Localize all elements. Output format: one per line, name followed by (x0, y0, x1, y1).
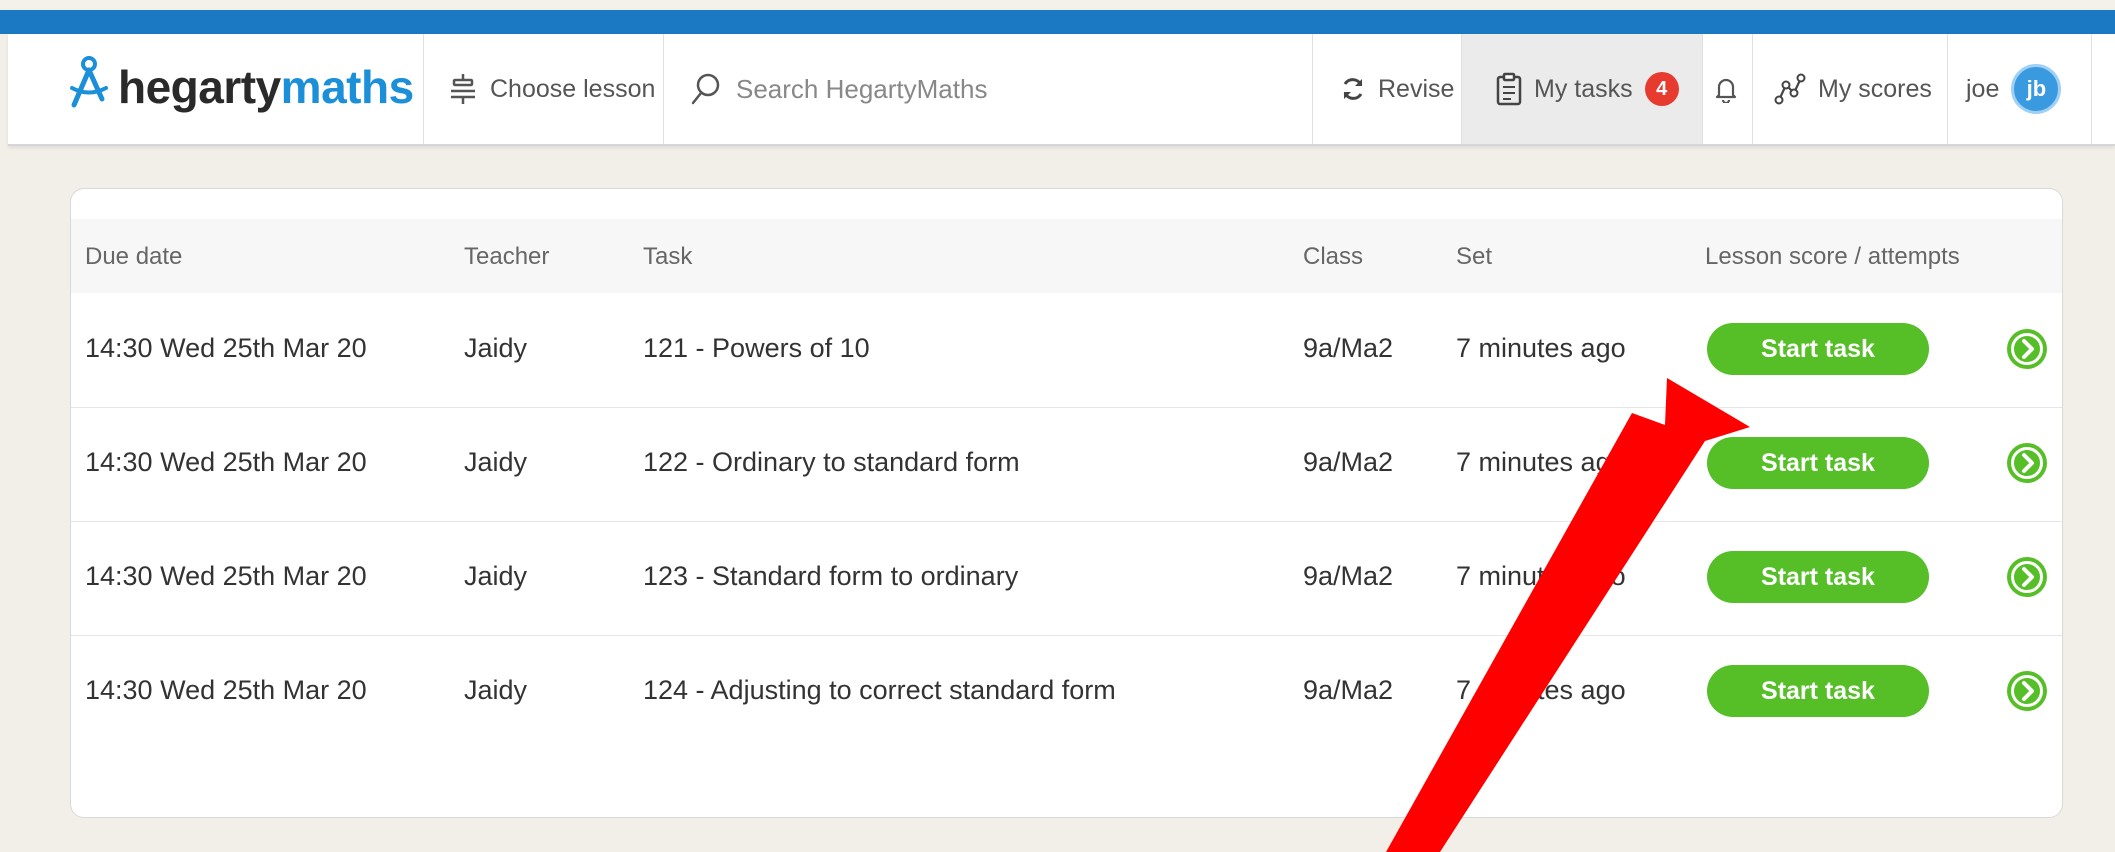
task-cell: 122 - Ordinary to standard form (643, 447, 1020, 477)
nav-divider (663, 34, 664, 144)
brand-bar (0, 10, 2115, 34)
set-cell: 7 minutes ago (1456, 675, 1626, 705)
compass-icon (68, 55, 110, 120)
notifications-button[interactable] (1715, 34, 1737, 144)
hegartymaths-logo[interactable]: hegartymaths (68, 52, 414, 122)
my-tasks-tab[interactable]: My tasks 4 (1462, 34, 1702, 144)
clipboard-icon (1496, 72, 1522, 106)
due-date-cell: 14:30 Wed 25th Mar 20 (85, 447, 367, 477)
task-cell: 123 - Standard form to ordinary (643, 561, 1019, 591)
header-set: Set (1456, 243, 1493, 270)
my-scores-button[interactable]: My scores (1774, 34, 1932, 144)
task-cell: 121 - Powers of 10 (643, 333, 870, 363)
nav-divider (1312, 34, 1313, 144)
nav-divider (1702, 34, 1703, 144)
top-strip (0, 0, 2115, 10)
avatar: jb (2011, 64, 2062, 114)
header-teacher: Teacher (464, 243, 550, 270)
choose-lesson-button[interactable]: Choose lesson (448, 34, 655, 144)
top-navigation: hegartymaths Choose lesson Search Hegart… (8, 34, 2115, 146)
revise-button[interactable]: Revise (1340, 34, 1454, 144)
set-cell: 7 minutes ago (1456, 447, 1626, 477)
nav-divider (1752, 34, 1753, 144)
lesson-stack-icon (448, 72, 478, 106)
table-row: 14:30 Wed 25th Mar 20 Jaidy 121 - Powers… (71, 293, 2062, 408)
class-cell: 9a/Ma2 (1303, 561, 1394, 591)
table-row: 14:30 Wed 25th Mar 20 Jaidy 123 - Standa… (71, 521, 2062, 636)
go-arrow-icon[interactable] (2005, 441, 2049, 485)
my-scores-label: My scores (1818, 74, 1932, 103)
logo-wordmark: hegartymaths (118, 60, 414, 114)
refresh-icon (1340, 76, 1366, 102)
logo-wordmark-part1: hegarty (118, 61, 281, 113)
choose-lesson-label: Choose lesson (490, 74, 656, 103)
table-row: 14:30 Wed 25th Mar 20 Jaidy 124 - Adjust… (71, 635, 2062, 749)
task-count-badge: 4 (1644, 72, 1679, 106)
table-row: 14:30 Wed 25th Mar 20 Jaidy 122 - Ordina… (71, 407, 2062, 522)
class-cell: 9a/Ma2 (1303, 675, 1394, 705)
tasks-table: Due date Teacher Task Class Set Lesson s… (70, 188, 2063, 818)
teacher-cell: Jaidy (464, 675, 528, 705)
bell-icon (1715, 75, 1737, 103)
due-date-cell: 14:30 Wed 25th Mar 20 (85, 333, 367, 363)
go-arrow-icon[interactable] (2005, 555, 2049, 599)
user-name: joe (1966, 74, 2000, 103)
due-date-cell: 14:30 Wed 25th Mar 20 (85, 675, 367, 705)
nav-divider (2091, 34, 2092, 144)
set-cell: 7 minutes ago (1456, 561, 1626, 591)
search-icon (690, 72, 722, 106)
start-task-button[interactable]: Start task (1707, 323, 1929, 375)
start-task-button[interactable]: Start task (1707, 665, 1929, 717)
header-due-date: Due date (85, 243, 183, 270)
class-cell: 9a/Ma2 (1303, 333, 1394, 363)
user-menu[interactable]: joe jb (1966, 34, 2062, 144)
nav-divider (1947, 34, 1948, 144)
scores-graph-icon (1774, 73, 1806, 105)
table-header: Due date Teacher Task Class Set Lesson s… (71, 219, 2062, 293)
due-date-cell: 14:30 Wed 25th Mar 20 (85, 561, 367, 591)
class-cell: 9a/Ma2 (1303, 447, 1394, 477)
set-cell: 7 minutes ago (1456, 333, 1626, 363)
start-task-button[interactable]: Start task (1707, 437, 1929, 489)
go-arrow-icon[interactable] (2005, 669, 2049, 713)
start-task-button[interactable]: Start task (1707, 551, 1929, 603)
logo-wordmark-part2: maths (280, 61, 414, 113)
teacher-cell: Jaidy (464, 561, 528, 591)
header-task: Task (643, 243, 693, 270)
search-box[interactable] (690, 34, 1178, 144)
task-cell: 124 - Adjusting to correct standard form (643, 675, 1116, 705)
search-input[interactable] (734, 72, 1178, 106)
header-lesson-score: Lesson score / attempts (1705, 243, 1960, 270)
teacher-cell: Jaidy (464, 333, 528, 363)
my-tasks-label: My tasks (1534, 74, 1633, 103)
header-class: Class (1303, 243, 1364, 270)
teacher-cell: Jaidy (464, 447, 528, 477)
nav-divider (423, 34, 424, 144)
revise-label: Revise (1378, 74, 1455, 103)
go-arrow-icon[interactable] (2005, 327, 2049, 371)
